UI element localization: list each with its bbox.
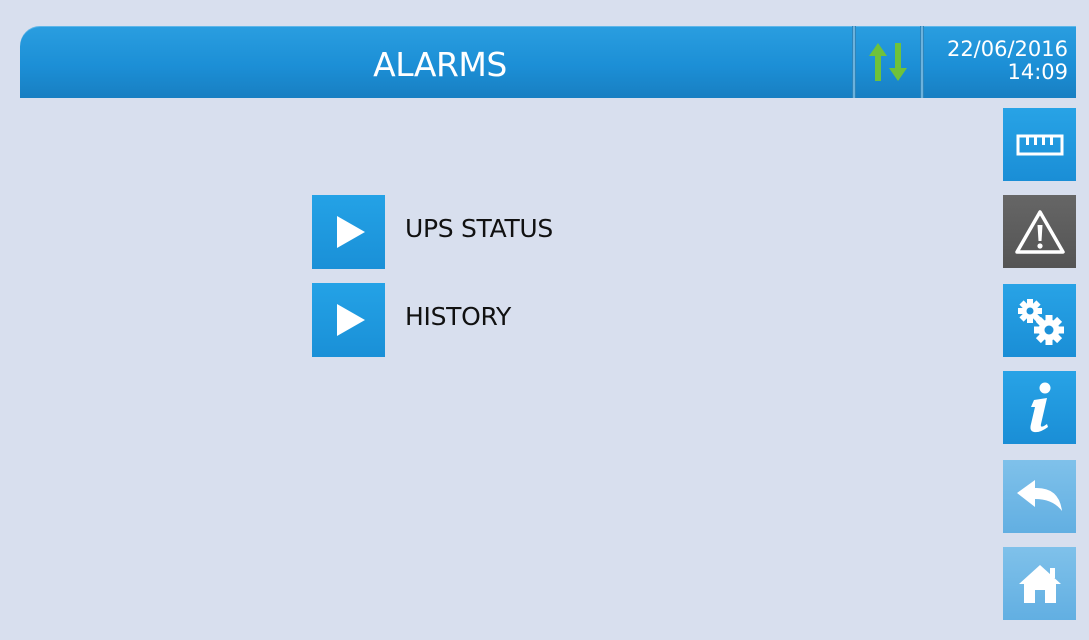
header-bar: ALARMS 22/06/2016 14:09 — [20, 26, 1076, 98]
comm-status — [856, 26, 920, 98]
date-text: 22/06/2016 — [946, 37, 1068, 61]
home-button[interactable] — [1003, 547, 1076, 620]
time-text: 14:09 — [1007, 60, 1068, 84]
gears-icon — [1017, 298, 1064, 345]
back-icon — [1016, 479, 1062, 511]
play-icon — [336, 216, 365, 248]
menu-item-history[interactable]: HISTORY — [312, 283, 511, 357]
menu-item-label: HISTORY — [405, 301, 511, 331]
history-button[interactable] — [312, 283, 385, 357]
settings-button[interactable] — [1003, 284, 1076, 357]
info-button[interactable] — [1003, 371, 1076, 444]
ruler-icon — [1016, 134, 1063, 155]
page-title: ALARMS — [373, 45, 507, 84]
datetime-display: 22/06/2016 14:09 — [924, 26, 1076, 98]
menu-item-ups-status[interactable]: UPS STATUS — [312, 195, 553, 269]
ups-status-button[interactable] — [312, 195, 385, 269]
back-button[interactable] — [1003, 460, 1076, 533]
play-icon — [336, 304, 365, 336]
warning-icon — [1014, 209, 1065, 254]
comm-arrows-icon — [869, 43, 907, 81]
menu-item-label: UPS STATUS — [405, 213, 553, 243]
measurements-button[interactable] — [1003, 108, 1076, 181]
home-icon — [1018, 564, 1061, 603]
alarms-button[interactable] — [1003, 195, 1076, 268]
info-icon — [1029, 382, 1050, 432]
